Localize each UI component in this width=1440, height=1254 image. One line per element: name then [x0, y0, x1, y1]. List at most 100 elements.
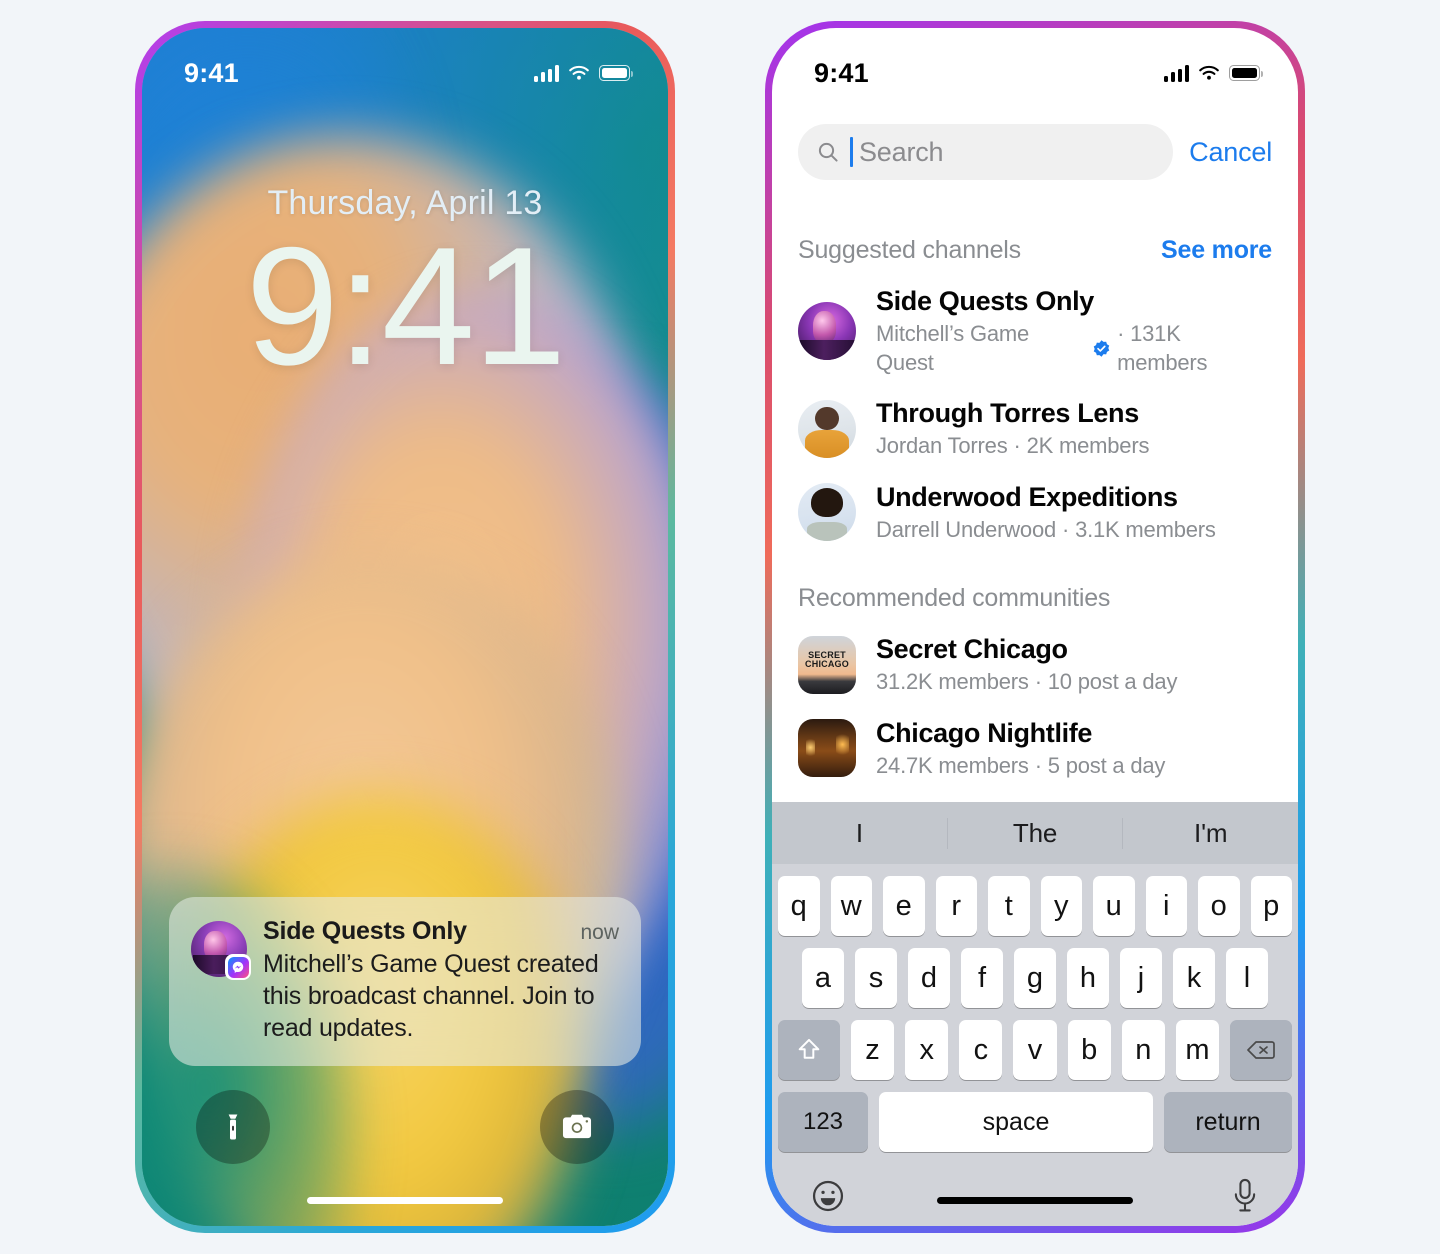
- key-n[interactable]: n: [1121, 1020, 1165, 1080]
- search-icon: [818, 142, 838, 162]
- prediction-1[interactable]: The: [946, 817, 1123, 849]
- key-a[interactable]: a: [802, 948, 844, 1008]
- search-row: Search Cancel: [798, 124, 1272, 180]
- channel-avatar: [798, 302, 856, 361]
- community-thumbnail: SECRET CHICAGO: [798, 635, 856, 694]
- key-m[interactable]: m: [1175, 1020, 1220, 1080]
- search-screen: 9:41 Search Cancel Suggested channels Se…: [772, 28, 1298, 1226]
- key-b[interactable]: b: [1067, 1020, 1111, 1080]
- shift-icon: [798, 1038, 820, 1059]
- community-members: 31.2K members: [876, 669, 1029, 695]
- side-quests-only-avatar: [191, 921, 251, 980]
- key-l[interactable]: l: [1226, 948, 1268, 1008]
- right-phone-frame: 9:41 Search Cancel Suggested channels Se…: [765, 21, 1305, 1233]
- keyboard-row-3: z x c v b n m: [772, 1020, 1298, 1080]
- notification-body: Mitchell’s Game Quest created this broad…: [263, 950, 599, 1042]
- cellular-bars-icon: [533, 64, 559, 82]
- key-e[interactable]: e: [883, 876, 925, 936]
- key-q[interactable]: q: [778, 876, 820, 936]
- channel-meta: Jordan Torres · 2K members: [876, 432, 1149, 461]
- prediction-0[interactable]: I: [772, 818, 947, 849]
- key-y[interactable]: y: [1040, 876, 1082, 936]
- keyboard-row-4: 123 space return: [772, 1092, 1298, 1152]
- key-h[interactable]: h: [1067, 948, 1109, 1008]
- key-d[interactable]: d: [908, 948, 950, 1008]
- key-s[interactable]: s: [855, 948, 897, 1008]
- community-name: Secret Chicago: [876, 634, 1068, 665]
- numbers-key[interactable]: 123: [778, 1092, 868, 1152]
- notification-timestamp: now: [580, 921, 619, 944]
- shift-key[interactable]: [778, 1020, 840, 1080]
- prediction-2[interactable]: I'm: [1122, 817, 1298, 849]
- list-item[interactable]: SECRET CHICAGO Secret Chicago 31.2K membe…: [772, 623, 1298, 707]
- key-i[interactable]: i: [1145, 876, 1187, 936]
- battery-icon: [1229, 65, 1263, 81]
- list-item[interactable]: Chicago Nightlife 24.7K members · 5 post…: [772, 707, 1298, 791]
- backspace-icon: [1247, 1041, 1275, 1059]
- key-t[interactable]: t: [988, 876, 1030, 936]
- key-u[interactable]: u: [1093, 876, 1135, 936]
- screenshot-stage: 9:41 Thursday, April 13 9:41 Side Quests…: [0, 0, 1440, 1254]
- cancel-button[interactable]: Cancel: [1189, 137, 1272, 168]
- channel-members: · 2K members: [1013, 433, 1150, 459]
- microphone-icon[interactable]: [1230, 1178, 1260, 1214]
- search-input[interactable]: Search: [798, 124, 1174, 180]
- lock-screen-clock: 9:41: [245, 212, 567, 400]
- channel-meta: Mitchell’s Game Quest · 131K members: [876, 320, 1272, 377]
- messenger-badge-icon: [225, 954, 251, 980]
- key-c[interactable]: c: [959, 1020, 1003, 1080]
- status-bar-time: 9:41: [814, 57, 869, 88]
- keyboard-row-2: a s d f g h j k l: [772, 948, 1298, 1008]
- backspace-key[interactable]: [1230, 1020, 1292, 1080]
- list-item[interactable]: Side Quests Only Mitchell’s Game Quest ·…: [772, 275, 1298, 387]
- keyboard-bottom-row: [772, 1152, 1298, 1226]
- cellular-bars-icon: [1163, 64, 1189, 82]
- lock-screen-actions: [142, 1090, 668, 1164]
- key-r[interactable]: r: [935, 876, 977, 936]
- section-header-recommended-communities: Recommended communities: [772, 584, 1298, 613]
- return-key[interactable]: return: [1164, 1092, 1292, 1152]
- community-thumbnail: [798, 719, 856, 778]
- see-more-button[interactable]: See more: [1161, 236, 1272, 265]
- key-g[interactable]: g: [1014, 948, 1056, 1008]
- key-z[interactable]: z: [850, 1020, 895, 1080]
- camera-button[interactable]: [540, 1090, 614, 1164]
- channel-avatar: [798, 399, 856, 458]
- key-o[interactable]: o: [1198, 876, 1240, 936]
- community-post-rate: · 5 post a day: [1034, 752, 1166, 778]
- battery-icon: [599, 65, 633, 81]
- search-placeholder: Search: [859, 136, 944, 167]
- status-bar-time: 9:41: [184, 57, 239, 88]
- channel-name: Side Quests Only: [876, 286, 1094, 316]
- channel-name: Through Torres Lens: [876, 398, 1139, 429]
- wifi-icon: [1199, 65, 1219, 80]
- emoji-icon[interactable]: [810, 1178, 846, 1214]
- right-status-bar: 9:41: [772, 28, 1298, 100]
- lock-screen: 9:41 Thursday, April 13 9:41 Side Quests…: [142, 28, 668, 1226]
- home-indicator: [937, 1197, 1133, 1204]
- section-title: Suggested channels: [798, 236, 1021, 264]
- section-title: Recommended communities: [798, 584, 1111, 613]
- list-item[interactable]: Through Torres Lens Jordan Torres · 2K m…: [772, 387, 1298, 471]
- flashlight-button[interactable]: [196, 1090, 270, 1164]
- key-p[interactable]: p: [1250, 876, 1292, 936]
- channel-meta: Darrell Underwood · 3.1K members: [876, 516, 1216, 545]
- key-v[interactable]: v: [1013, 1020, 1057, 1080]
- search-results: Suggested channels See more Side Quests …: [772, 206, 1298, 790]
- community-meta: 31.2K members · 10 post a day: [876, 668, 1177, 697]
- channel-members: · 3.1K members: [1062, 516, 1216, 542]
- space-key[interactable]: space: [879, 1092, 1153, 1152]
- key-w[interactable]: w: [830, 876, 872, 936]
- list-item[interactable]: Underwood Expeditions Darrell Underwood …: [772, 471, 1298, 555]
- community-post-rate: · 10 post a day: [1034, 669, 1178, 695]
- on-screen-keyboard: I The I'm q w e r t y u i o p a s d f g …: [772, 802, 1298, 1226]
- channel-name: Underwood Expeditions: [876, 481, 1178, 512]
- key-k[interactable]: k: [1173, 948, 1215, 1008]
- key-x[interactable]: x: [905, 1020, 949, 1080]
- lock-screen-notification[interactable]: Side Quests Only now Mitchell’s Game Que…: [169, 897, 641, 1066]
- suggested-channels-list: Side Quests Only Mitchell’s Game Quest ·…: [772, 275, 1298, 554]
- key-j[interactable]: j: [1120, 948, 1162, 1008]
- key-f[interactable]: f: [961, 948, 1003, 1008]
- channel-owner: Jordan Torres: [876, 433, 1008, 459]
- predictive-text-bar: I The I'm: [772, 802, 1298, 864]
